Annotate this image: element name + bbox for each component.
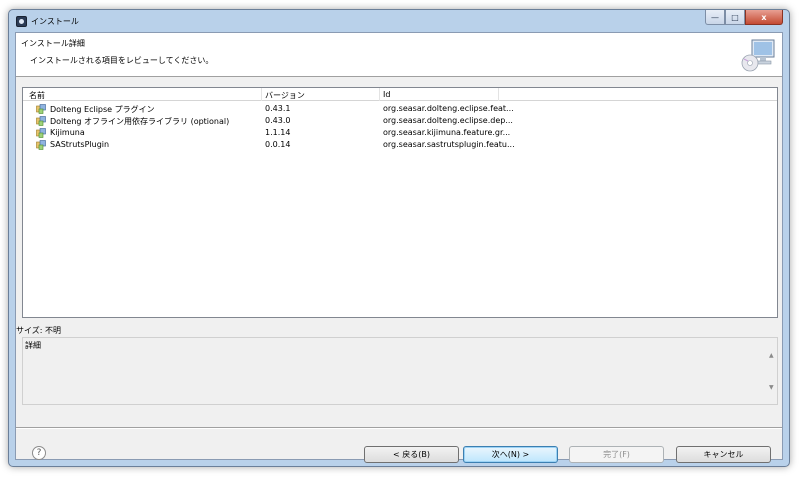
back-button[interactable]: < 戻る(B) bbox=[364, 446, 459, 463]
window-title: インストール bbox=[31, 17, 79, 26]
details-scrollbar[interactable]: ▲ ▼ bbox=[767, 352, 777, 392]
row-name: Kijimuna bbox=[50, 128, 85, 137]
row-id: org.seasar.dolteng.eclipse.dep... bbox=[383, 116, 513, 125]
row-version: 0.0.14 bbox=[265, 140, 291, 149]
details-label: 詳細 bbox=[25, 341, 41, 350]
feature-plugin-icon bbox=[36, 104, 46, 114]
maximize-button[interactable]: □ bbox=[725, 10, 745, 25]
table-row[interactable]: SAStrutsPlugin 0.0.14 org.seasar.sastrut… bbox=[23, 139, 777, 151]
table-row[interactable]: Dolteng Eclipse プラグイン 0.43.1 org.seasar.… bbox=[23, 103, 777, 115]
button-bar-separator-highlight bbox=[16, 428, 782, 429]
scroll-down-icon[interactable]: ▼ bbox=[769, 384, 774, 391]
feature-plugin-icon bbox=[36, 116, 46, 126]
column-separator[interactable] bbox=[498, 88, 499, 101]
minimize-button[interactable]: — bbox=[705, 10, 725, 25]
column-header-name[interactable]: 名前 bbox=[29, 90, 45, 103]
install-dialog-window: インストール — □ x インストール詳細 インストールされる項目をレビューして… bbox=[8, 9, 790, 467]
next-button[interactable]: 次へ(N) > bbox=[463, 446, 558, 463]
table-row[interactable]: Kijimuna 1.1.14 org.seasar.kijimuna.feat… bbox=[23, 127, 777, 139]
feature-plugin-icon bbox=[36, 128, 46, 138]
finish-button[interactable]: 完了(F) bbox=[569, 446, 664, 463]
close-button[interactable]: x bbox=[745, 10, 783, 25]
cancel-button[interactable]: キャンセル bbox=[676, 446, 771, 463]
details-area[interactable]: 詳細 ▲ ▼ bbox=[22, 337, 778, 405]
row-name: SAStrutsPlugin bbox=[50, 140, 110, 149]
wizard-page-title: インストール詳細 bbox=[21, 39, 85, 48]
wizard-header: インストール詳細 インストールされる項目をレビューしてください。 bbox=[16, 33, 782, 77]
row-name: Dolteng Eclipse プラグイン bbox=[50, 105, 155, 114]
column-header-version[interactable]: バージョン bbox=[265, 90, 305, 103]
row-id: org.seasar.sastrutsplugin.featu... bbox=[383, 140, 515, 149]
feature-plugin-icon bbox=[36, 140, 46, 150]
table-header: 名前 バージョン Id bbox=[23, 88, 777, 101]
column-header-id[interactable]: Id bbox=[383, 90, 390, 103]
column-separator[interactable] bbox=[379, 88, 380, 101]
scroll-up-icon[interactable]: ▲ bbox=[769, 352, 774, 359]
install-computer-icon bbox=[741, 39, 775, 72]
title-bar[interactable]: インストール — □ x bbox=[9, 10, 789, 32]
row-name: Dolteng オフライン用依存ライブラリ (optional) bbox=[50, 117, 230, 126]
dialog-client-area: インストール詳細 インストールされる項目をレビューしてください。 名前 バージョ… bbox=[15, 32, 783, 463]
row-version: 0.43.0 bbox=[265, 116, 291, 125]
eclipse-app-icon bbox=[16, 16, 27, 27]
row-version: 0.43.1 bbox=[265, 104, 291, 113]
row-version: 1.1.14 bbox=[265, 128, 291, 137]
row-id: org.seasar.kijimuna.feature.gr... bbox=[383, 128, 511, 137]
column-separator[interactable] bbox=[261, 88, 262, 101]
install-size-label: サイズ: 不明 bbox=[16, 326, 61, 335]
table-row[interactable]: Dolteng オフライン用依存ライブラリ (optional) 0.43.0 … bbox=[23, 115, 777, 127]
help-button[interactable]: ? bbox=[32, 446, 46, 460]
row-id: org.seasar.dolteng.eclipse.feat... bbox=[383, 104, 514, 113]
install-items-table[interactable]: 名前 バージョン Id Dolteng Eclipse プラグイン 0.43.1… bbox=[22, 87, 778, 318]
caption-buttons: — □ x bbox=[705, 10, 783, 26]
wizard-page-description: インストールされる項目をレビューしてください。 bbox=[30, 56, 214, 65]
